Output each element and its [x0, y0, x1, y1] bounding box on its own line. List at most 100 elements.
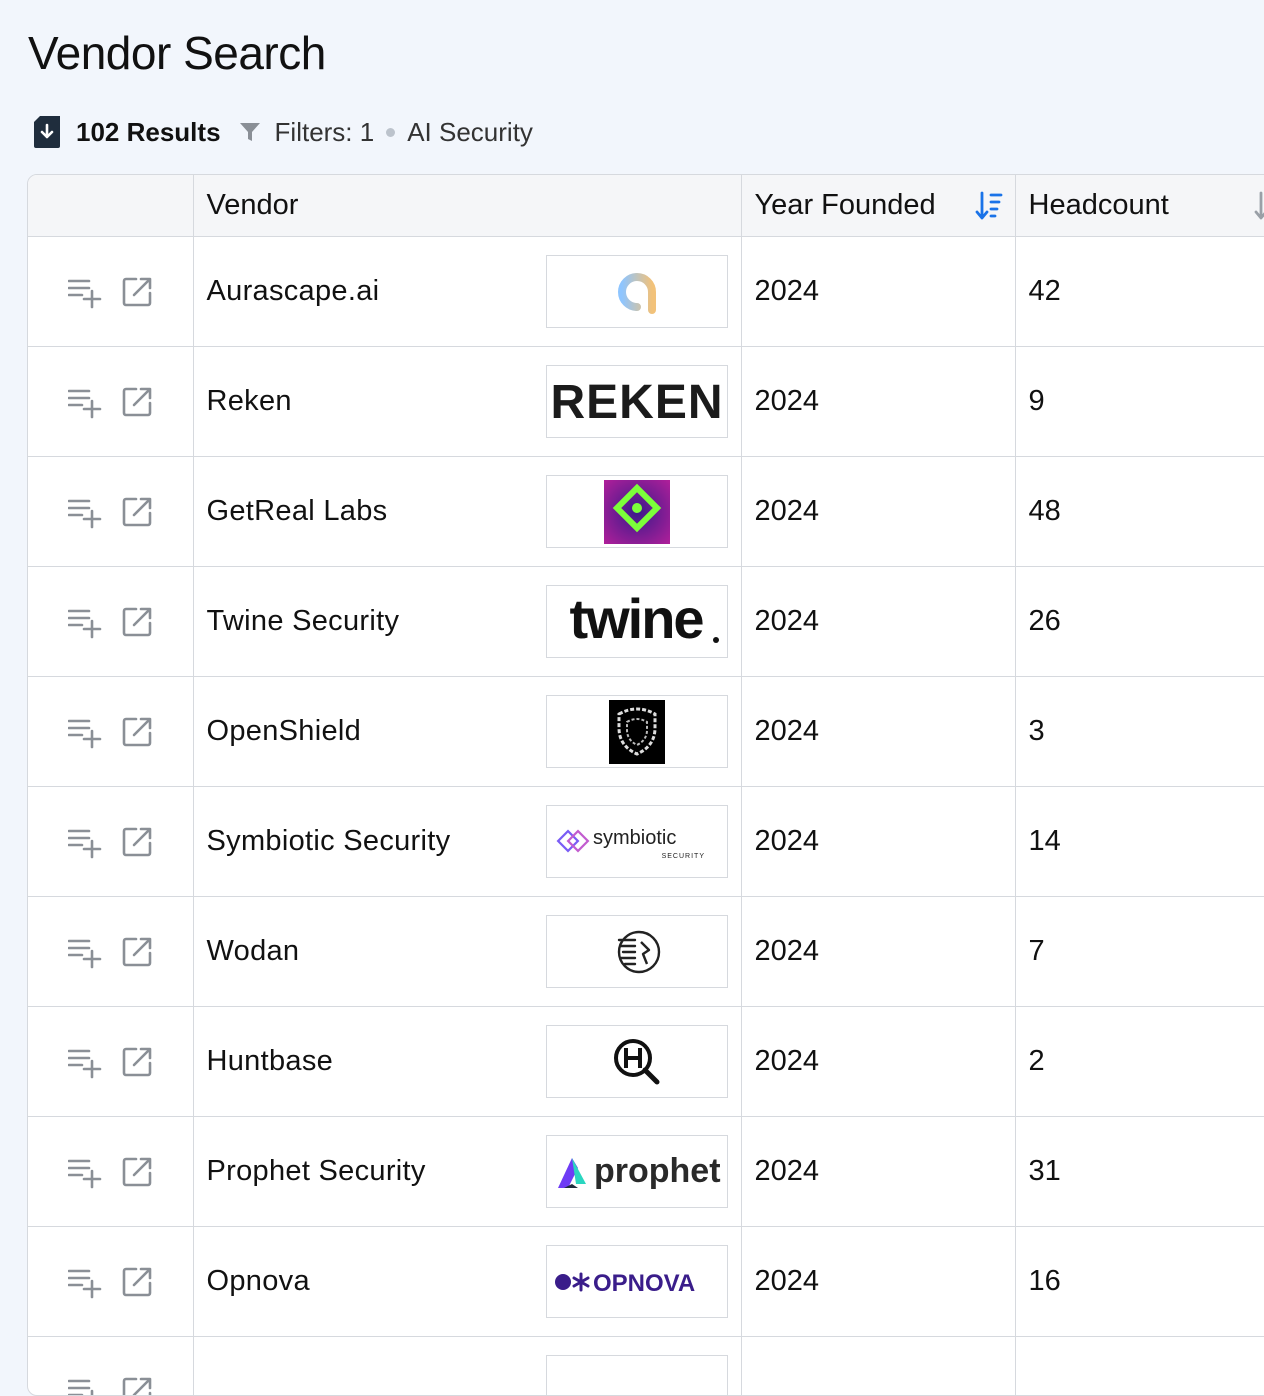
- row-actions: [68, 1375, 180, 1396]
- vendor-cell: OpenShield: [193, 677, 741, 787]
- open-external-icon[interactable]: [120, 935, 154, 969]
- open-external-icon[interactable]: [120, 1375, 154, 1396]
- year-founded-value: 2024: [755, 1045, 820, 1077]
- open-external-icon[interactable]: [120, 1045, 154, 1079]
- year-founded-cell: 2024: [741, 1007, 1015, 1117]
- vendor-cell: Opnova OPNOVA: [193, 1227, 741, 1337]
- filters-count-label[interactable]: Filters: 1: [275, 117, 375, 148]
- vendor-name[interactable]: OpenShield: [207, 715, 362, 748]
- aurascape-logo: [546, 255, 728, 328]
- column-header-year-founded[interactable]: Year Founded: [741, 175, 1015, 237]
- table-row[interactable]: GetReal Labs 2024 48: [28, 457, 1264, 567]
- add-to-list-icon[interactable]: [68, 605, 102, 639]
- table-row[interactable]: OpenShield 2024 3: [28, 677, 1264, 787]
- headcount-cell: 14: [1015, 787, 1264, 897]
- row-actions-cell: [28, 677, 193, 787]
- add-to-list-icon[interactable]: [68, 715, 102, 749]
- year-founded-value: 2024: [755, 1265, 820, 1297]
- column-header-actions: [28, 175, 193, 237]
- headcount-cell: 7: [1015, 897, 1264, 1007]
- add-to-list-icon[interactable]: [68, 1375, 102, 1396]
- active-filter-label[interactable]: AI Security: [407, 117, 533, 148]
- vendor-logo: [546, 1355, 728, 1396]
- add-to-list-icon[interactable]: [68, 275, 102, 309]
- table-row[interactable]: Huntbase 2024 2: [28, 1007, 1264, 1117]
- year-founded-value: 2024: [755, 605, 820, 637]
- opnova-logo: OPNOVA: [546, 1245, 728, 1318]
- add-to-list-icon[interactable]: [68, 385, 102, 419]
- table-row-partial[interactable]: [28, 1337, 1264, 1396]
- openshield-logo: [546, 695, 728, 768]
- column-header-headcount[interactable]: Headcount: [1015, 175, 1264, 237]
- open-external-icon[interactable]: [120, 385, 154, 419]
- headcount-cell: [1015, 1337, 1264, 1396]
- page-title: Vendor Search: [28, 26, 326, 80]
- year-founded-value: 2024: [755, 275, 820, 307]
- open-external-icon[interactable]: [120, 495, 154, 529]
- year-founded-value: 2024: [755, 1155, 820, 1187]
- row-actions: [68, 715, 180, 749]
- row-actions: [68, 605, 180, 639]
- add-to-list-icon[interactable]: [68, 495, 102, 529]
- filter-icon[interactable]: [239, 121, 261, 143]
- vendor-table-container: Vendor Year Founded Headcount: [27, 174, 1264, 1396]
- sort-active-icon[interactable]: [975, 190, 1003, 222]
- vendor-name[interactable]: Twine Security: [207, 605, 400, 638]
- open-external-icon[interactable]: [120, 605, 154, 639]
- add-to-list-icon[interactable]: [68, 935, 102, 969]
- table-row[interactable]: Wodan 2024 7: [28, 897, 1264, 1007]
- table-row[interactable]: Opnova OPNOVA 2024 16: [28, 1227, 1264, 1337]
- open-external-icon[interactable]: [120, 825, 154, 859]
- open-external-icon[interactable]: [120, 1155, 154, 1189]
- headcount-cell: 9: [1015, 347, 1264, 457]
- vendor-name[interactable]: Symbiotic Security: [207, 825, 451, 858]
- table-row[interactable]: Reken REKEN 2024 9: [28, 347, 1264, 457]
- vendor-name[interactable]: Wodan: [207, 935, 300, 968]
- vendor-name[interactable]: Opnova: [207, 1265, 310, 1298]
- open-external-icon[interactable]: [120, 1265, 154, 1299]
- add-to-list-icon[interactable]: [68, 1045, 102, 1079]
- vendor-cell: Prophet Security prophet: [193, 1117, 741, 1227]
- headcount-value: 16: [1029, 1265, 1061, 1297]
- column-header-label: Vendor: [207, 189, 299, 221]
- svg-text:OPNOVA: OPNOVA: [593, 1270, 695, 1297]
- year-founded-cell: 2024: [741, 567, 1015, 677]
- table-row[interactable]: Twine Security twine 2024 26: [28, 567, 1264, 677]
- sort-icon[interactable]: [1254, 190, 1264, 222]
- table-row[interactable]: Symbiotic Security symbioticSECURITY 202…: [28, 787, 1264, 897]
- row-actions: [68, 825, 180, 859]
- add-to-list-icon[interactable]: [68, 1265, 102, 1299]
- headcount-value: 9: [1029, 385, 1045, 417]
- table-row[interactable]: Aurascape.ai 2024 42: [28, 237, 1264, 347]
- add-to-list-icon[interactable]: [68, 1155, 102, 1189]
- year-founded-cell: 2024: [741, 347, 1015, 457]
- getreal-logo: [546, 475, 728, 548]
- vendor-name[interactable]: Aurascape.ai: [207, 275, 380, 308]
- vendor-table: Vendor Year Founded Headcount: [28, 175, 1264, 1396]
- headcount-value: 2: [1029, 1045, 1045, 1077]
- open-external-icon[interactable]: [120, 275, 154, 309]
- year-founded-cell: 2024: [741, 897, 1015, 1007]
- vendor-name[interactable]: Prophet Security: [207, 1155, 426, 1188]
- row-actions: [68, 275, 180, 309]
- row-actions-cell: [28, 897, 193, 1007]
- svg-text:symbiotic: symbiotic: [593, 827, 676, 849]
- vendor-name[interactable]: Reken: [207, 385, 292, 418]
- year-founded-value: 2024: [755, 935, 820, 967]
- vendor-name[interactable]: Huntbase: [207, 1045, 334, 1078]
- vendor-name[interactable]: GetReal Labs: [207, 495, 388, 528]
- year-founded-cell: 2024: [741, 457, 1015, 567]
- column-header-vendor[interactable]: Vendor: [193, 175, 741, 237]
- svg-text:twine: twine: [569, 592, 703, 650]
- add-to-list-icon[interactable]: [68, 825, 102, 859]
- row-actions: [68, 935, 180, 969]
- wodan-logo: [546, 915, 728, 988]
- export-download-icon[interactable]: [32, 114, 62, 150]
- table-row[interactable]: Prophet Security prophet 2024 31: [28, 1117, 1264, 1227]
- year-founded-cell: 2024: [741, 1117, 1015, 1227]
- vendor-cell: Huntbase: [193, 1007, 741, 1117]
- year-founded-cell: 2024: [741, 677, 1015, 787]
- open-external-icon[interactable]: [120, 715, 154, 749]
- row-actions-cell: [28, 347, 193, 457]
- headcount-cell: 2: [1015, 1007, 1264, 1117]
